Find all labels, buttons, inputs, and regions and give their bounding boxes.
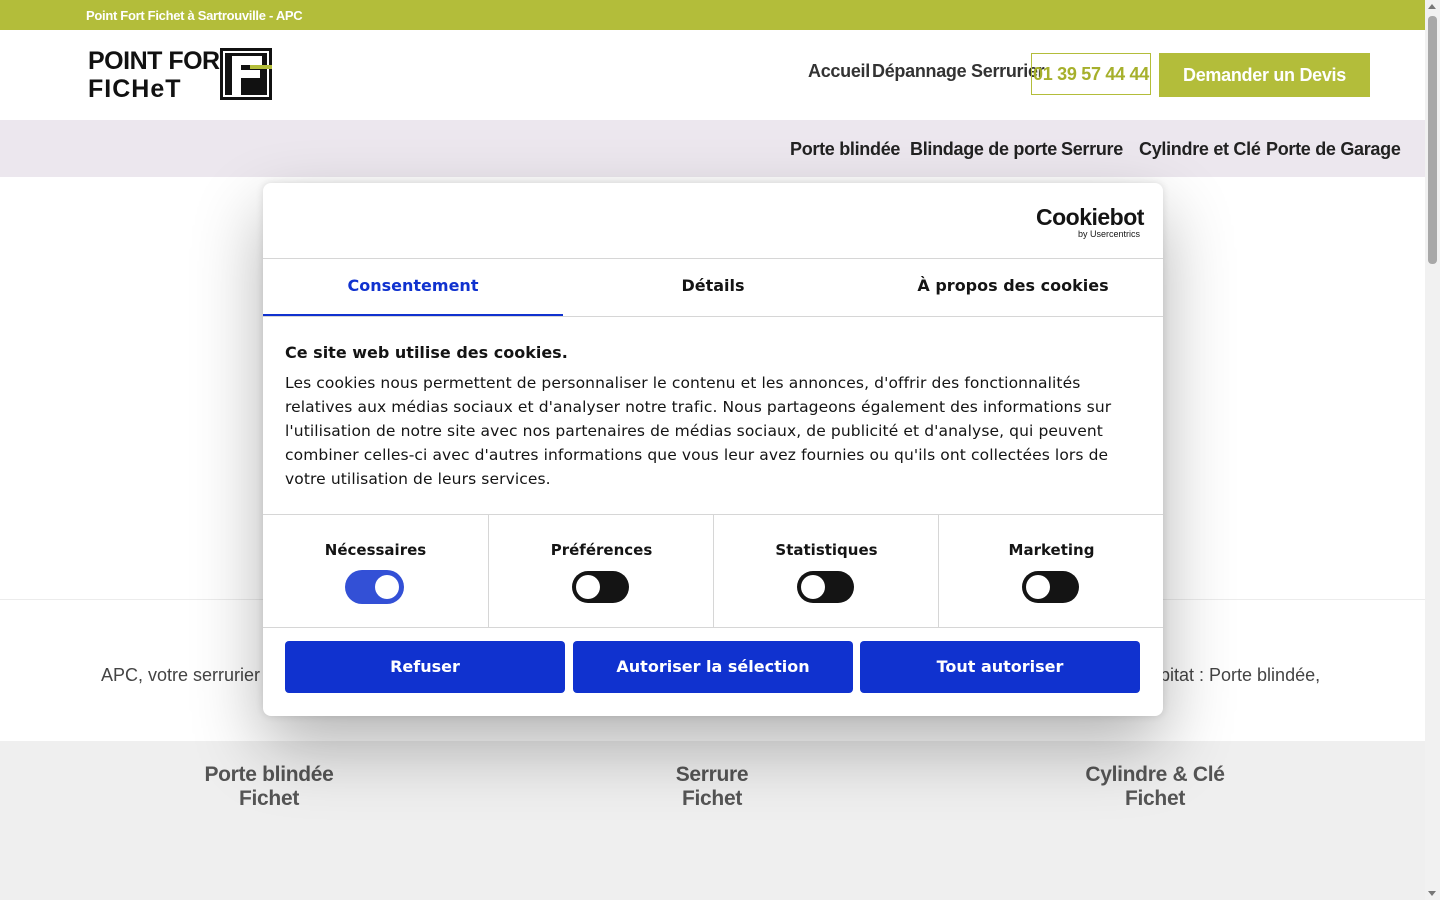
subnav-porte-blindee[interactable]: Porte blindée bbox=[790, 139, 900, 160]
category-preferences: Préférences bbox=[488, 515, 714, 627]
statistiques-toggle[interactable] bbox=[797, 571, 854, 603]
secondary-nav: Porte blindée Blindage de porte Serrure … bbox=[0, 120, 1425, 177]
category-label: Marketing bbox=[1008, 541, 1095, 559]
product-porte-blindee[interactable]: Porte blindée Fichet bbox=[139, 763, 399, 811]
cookie-title: Ce site web utilise des cookies. bbox=[285, 343, 568, 362]
cookiebot-logo: Cookiebot by Usercentrics bbox=[1036, 204, 1144, 239]
toggle-knob bbox=[801, 575, 825, 599]
necessaires-toggle[interactable] bbox=[346, 571, 403, 603]
tab-about-cookies[interactable]: À propos des cookies bbox=[863, 259, 1163, 316]
toggle-knob bbox=[576, 575, 600, 599]
product-brand: Fichet bbox=[1124, 787, 1186, 810]
category-statistiques: Statistiques bbox=[713, 515, 939, 627]
request-quote-button[interactable]: Demander un Devis Gratuit bbox=[1159, 53, 1370, 129]
divider bbox=[263, 316, 1163, 317]
fichet-logo-icon bbox=[220, 48, 272, 100]
page-scrollbar[interactable] bbox=[1425, 0, 1440, 900]
cookie-categories: Nécessaires Préférences Statistiques Mar… bbox=[263, 514, 1163, 628]
toggle-knob bbox=[375, 575, 399, 599]
subnav-porte-de-garage[interactable]: Porte de Garage bbox=[1266, 139, 1401, 160]
product-title: Porte blindée bbox=[204, 763, 334, 786]
site-logo[interactable]: POINT FORT FICHeT bbox=[88, 48, 274, 104]
intro-text-right: bitat : Porte blindée, bbox=[1160, 665, 1321, 685]
allow-selection-button[interactable]: Autoriser la sélection bbox=[573, 641, 853, 693]
allow-all-button[interactable]: Tout autoriser bbox=[860, 641, 1140, 693]
scroll-up-arrow-icon[interactable] bbox=[1428, 4, 1436, 9]
cookiebot-by-line: by Usercentrics bbox=[1077, 229, 1140, 239]
category-label: Nécessaires bbox=[324, 541, 427, 559]
cookiebot-brand: Cookiebot bbox=[1036, 204, 1144, 230]
site-tagline: Point Fort Fichet à Sartrouville - APC bbox=[86, 8, 303, 23]
category-necessaires: Nécessaires bbox=[263, 515, 488, 627]
product-brand: Fichet bbox=[681, 787, 743, 810]
toggle-knob bbox=[1026, 575, 1050, 599]
subnav-blindage-de-porte[interactable]: Blindage de porte bbox=[910, 139, 1057, 160]
tab-consentement[interactable]: Consentement bbox=[263, 259, 563, 317]
product-title: Cylindre & Clé bbox=[1085, 763, 1225, 786]
scroll-down-arrow-icon[interactable] bbox=[1428, 891, 1436, 896]
logo-line-2: FICHeT bbox=[88, 75, 182, 103]
tab-details[interactable]: Détails bbox=[563, 259, 863, 316]
subnav-serrure[interactable]: Serrure bbox=[1061, 139, 1123, 160]
products-section: Porte blindée Fichet Serrure Fichet Cyli… bbox=[0, 741, 1425, 900]
marketing-toggle[interactable] bbox=[1022, 571, 1079, 603]
category-label: Statistiques bbox=[775, 541, 878, 559]
product-brand: Fichet bbox=[238, 787, 300, 810]
nav-depannage-serrurier[interactable]: Dépannage Serrurier bbox=[872, 61, 1045, 82]
top-bar: Point Fort Fichet à Sartrouville - APC bbox=[0, 0, 1425, 30]
category-marketing: Marketing bbox=[938, 515, 1163, 627]
cookie-description: Les cookies nous permettent de personnal… bbox=[285, 374, 1112, 488]
site-header: POINT FORT FICHeT Accueil Dépannage Serr… bbox=[0, 30, 1425, 129]
logo-line-1: POINT FORT bbox=[88, 47, 235, 75]
category-label: Préférences bbox=[550, 541, 653, 559]
phone-button[interactable]: 01 39 57 44 44 bbox=[1031, 53, 1151, 95]
product-serrure[interactable]: Serrure Fichet bbox=[582, 763, 842, 811]
product-cylindre-cle[interactable]: Cylindre & Clé Fichet bbox=[1025, 763, 1285, 811]
refuse-button[interactable]: Refuser bbox=[285, 641, 565, 693]
scrollbar-thumb[interactable] bbox=[1428, 16, 1437, 264]
nav-accueil[interactable]: Accueil bbox=[808, 61, 870, 82]
intro-text-left: APC, votre serrurier bbox=[101, 665, 261, 685]
subnav-cylindre-et-cle[interactable]: Cylindre et Clé bbox=[1139, 139, 1261, 160]
cookie-consent-dialog: Cookiebot by Usercentrics Consentement D… bbox=[263, 183, 1163, 716]
preferences-toggle[interactable] bbox=[572, 571, 629, 603]
product-title: Serrure bbox=[675, 763, 749, 786]
